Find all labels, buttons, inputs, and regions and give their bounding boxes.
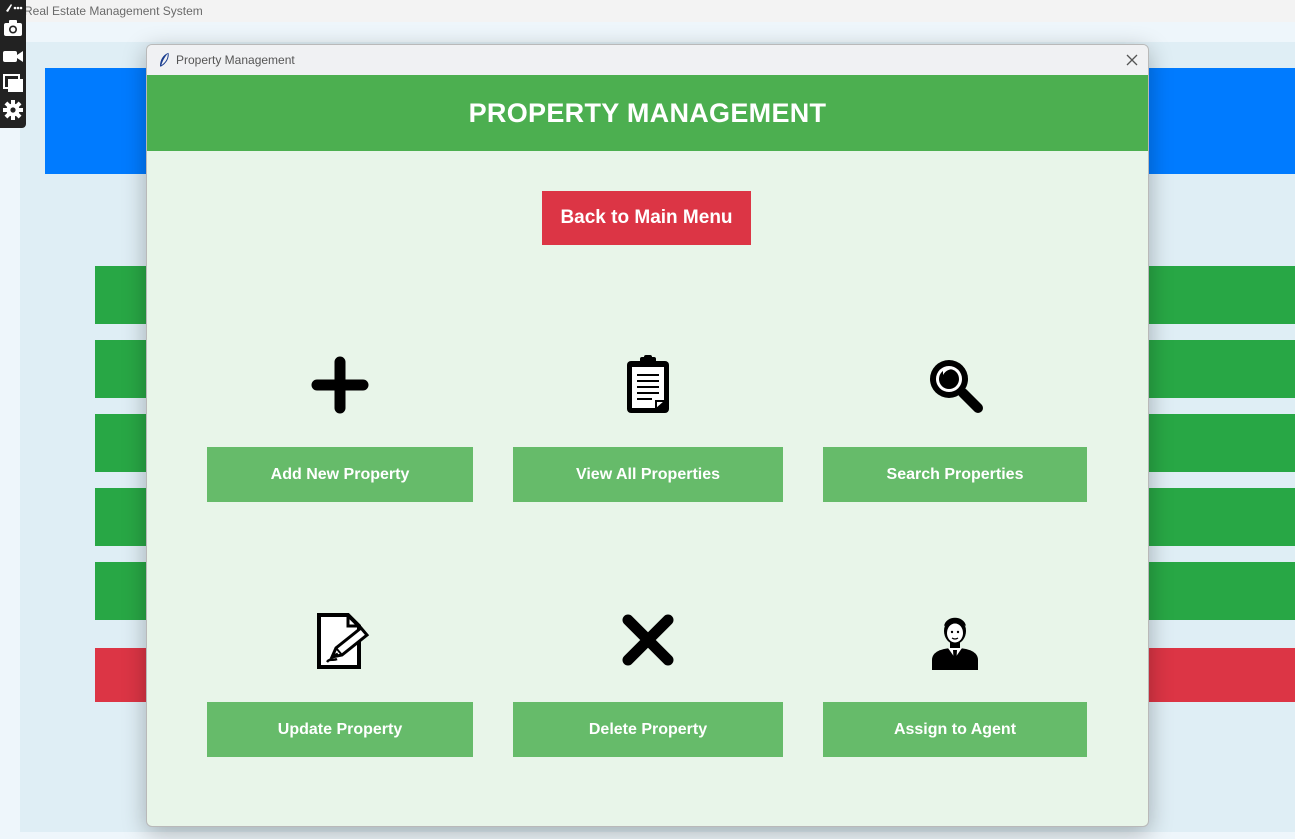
floating-toolbar (0, 0, 26, 128)
update-property-button[interactable]: Update Property (207, 702, 473, 757)
search-properties-button[interactable]: Search Properties (823, 447, 1087, 502)
clipboard-icon (618, 355, 678, 415)
feather-icon (158, 52, 170, 71)
agent-icon (925, 610, 985, 670)
delete-property-button[interactable]: Delete Property (513, 702, 783, 757)
gear-icon[interactable] (2, 99, 24, 121)
more-icon[interactable] (2, 0, 24, 16)
close-icon[interactable] (1123, 51, 1141, 69)
plus-icon (310, 355, 370, 415)
assign-to-agent-button[interactable]: Assign to Agent (823, 702, 1087, 757)
property-management-dialog: Property Management PROPERTY MANAGEMENT … (146, 44, 1149, 827)
main-window-title: Real Estate Management System (24, 4, 203, 18)
page-title: PROPERTY MANAGEMENT (147, 75, 1148, 151)
magnifier-icon (925, 355, 985, 415)
cross-icon (618, 610, 678, 670)
edit-document-icon (310, 610, 370, 670)
main-titlebar: Real Estate Management System (0, 0, 1295, 22)
add-new-property-button[interactable]: Add New Property (207, 447, 473, 502)
back-to-main-menu-button[interactable]: Back to Main Menu (542, 191, 751, 245)
dialog-title: Property Management (176, 53, 295, 67)
window-icon[interactable] (2, 72, 24, 94)
camera-icon[interactable] (2, 17, 24, 39)
view-all-properties-button[interactable]: View All Properties (513, 447, 783, 502)
video-icon[interactable] (2, 45, 24, 67)
dialog-titlebar[interactable]: Property Management (147, 45, 1148, 75)
